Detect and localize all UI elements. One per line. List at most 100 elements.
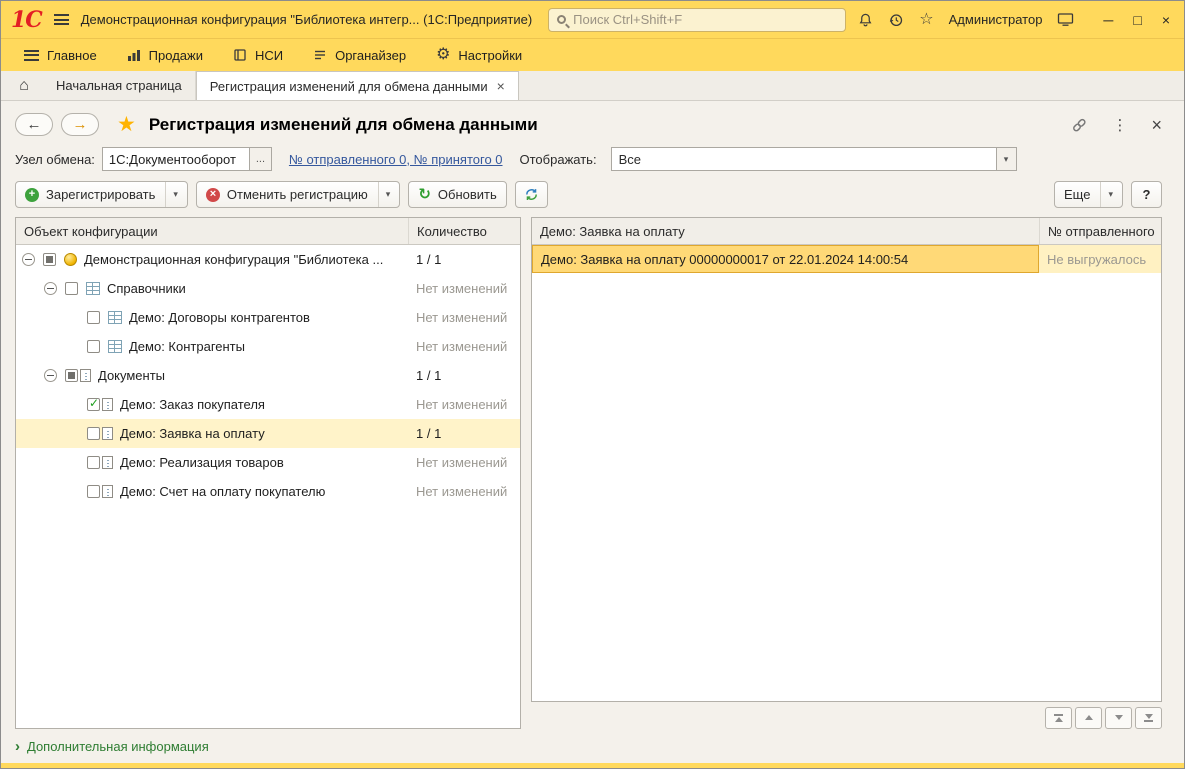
main-menu-icon[interactable] — [54, 14, 69, 25]
refresh-button[interactable]: ↻ Обновить — [408, 181, 506, 208]
change-row[interactable]: Демо: Заявка на оплату 00000000017 от 22… — [532, 245, 1161, 273]
home-icon: ⌂ — [19, 77, 29, 95]
row-checkbox[interactable] — [43, 253, 56, 266]
minimize-icon[interactable]: ─ — [1103, 12, 1113, 28]
row-checkbox[interactable] — [87, 456, 100, 469]
config-object-row[interactable]: Демонстрационная конфигурация "Библиотек… — [16, 245, 520, 274]
view-settings-icon[interactable] — [1057, 12, 1074, 27]
column-object-header[interactable]: Объект конфигурации — [16, 218, 408, 244]
object-count: Нет изменений — [408, 484, 520, 499]
object-count: 1 / 1 — [408, 426, 520, 441]
1c-logo-icon: 1С — [11, 9, 42, 31]
bottom-accent-strip — [1, 763, 1184, 768]
search-input[interactable] — [573, 12, 837, 27]
row-checkbox[interactable] — [87, 398, 100, 411]
tab-close-icon[interactable]: × — [497, 79, 505, 93]
config-object-row[interactable]: Демо: Счет на оплату покупателю Нет изме… — [16, 477, 520, 506]
column-sent-header[interactable]: № отправленного — [1039, 218, 1161, 244]
go-to-first-button[interactable] — [1045, 707, 1072, 729]
unregister-dropdown-icon[interactable]: ▾ — [378, 182, 391, 207]
object-label: Демо: Счет на оплату покупателю — [120, 484, 408, 499]
register-button[interactable]: + Зарегистрировать ▾ — [15, 181, 188, 208]
go-to-last-button[interactable] — [1135, 707, 1162, 729]
catalog-icon — [108, 340, 122, 353]
home-tab[interactable]: ⌂ — [5, 71, 43, 100]
node-choose-button[interactable]: ... — [250, 147, 272, 171]
expander-icon[interactable] — [44, 369, 57, 382]
history-icon[interactable] — [888, 12, 904, 28]
form-close-icon[interactable]: × — [1151, 116, 1162, 134]
row-checkbox[interactable] — [87, 485, 100, 498]
section-label: Продажи — [149, 48, 203, 63]
more-dropdown-icon[interactable]: ▾ — [1100, 182, 1113, 207]
config-object-row[interactable]: Демо: Реализация товаров Нет изменений — [16, 448, 520, 477]
catalog-icon — [108, 311, 122, 324]
section-label: Органайзер — [335, 48, 406, 63]
section-nastroyki[interactable]: ⚙ Настройки — [421, 39, 537, 71]
refresh-icon: ↻ — [418, 187, 431, 202]
config-object-row[interactable]: Демо: Заказ покупателя Нет изменений — [16, 390, 520, 419]
object-label: Демонстрационная конфигурация "Библиотек… — [84, 252, 408, 267]
section-prodazhi[interactable]: Продажи — [112, 39, 218, 71]
global-search[interactable] — [548, 8, 846, 32]
expander-icon[interactable] — [44, 282, 57, 295]
exchange-node-field[interactable] — [102, 147, 250, 171]
right-column: Демо: Заявка на оплату № отправленного Д… — [531, 217, 1162, 729]
current-user[interactable]: Администратор — [949, 12, 1043, 27]
notifications-bell-icon[interactable] — [858, 12, 873, 28]
section-organizer[interactable]: Органайзер — [298, 39, 421, 71]
config-object-row[interactable]: Демо: Контрагенты Нет изменений — [16, 332, 520, 361]
tab-home-page[interactable]: Начальная страница — [43, 71, 196, 100]
titlebar: 1С Демонстрационная конфигурация "Библио… — [1, 1, 1184, 38]
arrow-up-icon — [1055, 717, 1063, 722]
object-label: Демо: Договоры контрагентов — [129, 310, 408, 325]
chevron-down-icon[interactable]: ▾ — [996, 148, 1016, 170]
move-up-button[interactable] — [1075, 707, 1102, 729]
config-object-row[interactable]: Демо: Заявка на оплату 1 / 1 — [16, 419, 520, 448]
config-icon — [64, 253, 77, 266]
page-title: Регистрация изменений для обмена данными — [149, 115, 538, 135]
back-button[interactable]: ← — [15, 113, 53, 136]
expander-icon[interactable] — [22, 253, 35, 266]
refresh-label: Обновить — [438, 187, 497, 202]
titlebar-right: ☆ Администратор ─ □ × — [858, 12, 1170, 28]
move-down-button[interactable] — [1105, 707, 1132, 729]
document-icon — [102, 398, 113, 411]
row-checkbox[interactable] — [87, 340, 100, 353]
additional-info-link[interactable]: Дополнительная информация — [27, 739, 209, 754]
get-link-icon[interactable] — [1071, 117, 1088, 133]
favorites-star-icon[interactable]: ☆ — [919, 12, 933, 28]
help-button[interactable]: ? — [1131, 181, 1162, 208]
display-filter-select[interactable]: Все ▾ — [611, 147, 1017, 171]
unregister-button[interactable]: × Отменить регистрацию ▾ — [196, 181, 400, 208]
sync-settings-button[interactable] — [515, 181, 548, 208]
row-checkbox[interactable] — [87, 311, 100, 324]
message-counters-link[interactable]: № отправленного 0, № принятого 0 — [289, 152, 503, 167]
config-object-row[interactable]: Справочники Нет изменений — [16, 274, 520, 303]
window-close-icon[interactable]: × — [1162, 12, 1170, 28]
document-icon — [80, 369, 91, 382]
page-header: ← → ★ Регистрация изменений для обмена д… — [1, 101, 1184, 136]
column-changes-header[interactable]: Демо: Заявка на оплату — [532, 218, 1039, 244]
more-actions-button[interactable]: Еще ▾ — [1054, 181, 1123, 208]
more-menu-icon[interactable]: ⋮ — [1112, 116, 1127, 134]
config-object-row[interactable]: Документы 1 / 1 — [16, 361, 520, 390]
row-checkbox[interactable] — [87, 427, 100, 440]
gear-icon: ⚙ — [436, 47, 450, 63]
section-nsi[interactable]: НСИ — [218, 39, 298, 71]
section-glavnoe[interactable]: Главное — [9, 39, 112, 71]
favorite-star-icon[interactable]: ★ — [117, 114, 136, 135]
row-checkbox[interactable] — [65, 369, 78, 382]
row-checkbox[interactable] — [65, 282, 78, 295]
bar-chart-icon — [127, 48, 141, 62]
tab-registration[interactable]: Регистрация изменений для обмена данными… — [196, 71, 519, 100]
register-dropdown-icon[interactable]: ▾ — [165, 182, 178, 207]
maximize-icon[interactable]: □ — [1133, 12, 1141, 28]
objects-tree-body: Демонстрационная конфигурация "Библиотек… — [16, 245, 520, 728]
section-label: Настройки — [458, 48, 522, 63]
chevron-right-icon[interactable]: › — [15, 739, 20, 754]
config-object-row[interactable]: Демо: Договоры контрагентов Нет изменени… — [16, 303, 520, 332]
forward-button[interactable]: → — [61, 113, 99, 136]
changes-table-header: Демо: Заявка на оплату № отправленного — [532, 218, 1161, 245]
column-count-header[interactable]: Количество — [408, 218, 520, 244]
